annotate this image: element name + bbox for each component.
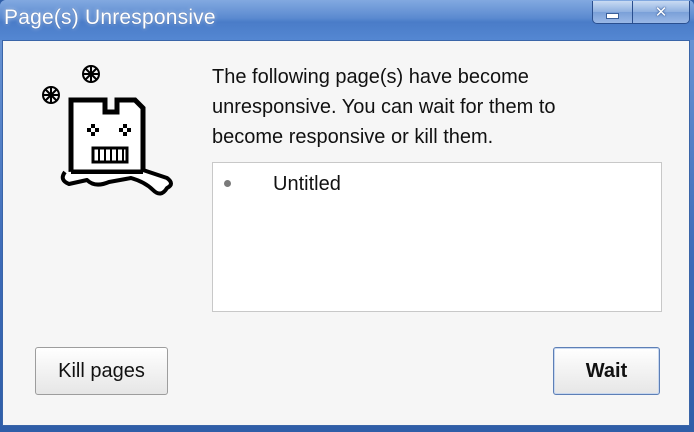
- close-icon: ✕: [654, 2, 668, 21]
- list-item[interactable]: Untitled: [213, 171, 661, 199]
- kill-pages-button[interactable]: Kill pages: [35, 347, 168, 395]
- wait-button[interactable]: Wait: [553, 347, 660, 395]
- minimize-button[interactable]: [593, 1, 633, 23]
- message-line: become responsive or kill them.: [212, 126, 494, 148]
- message-text: The following page(s) have become unresp…: [212, 62, 652, 152]
- unresponsive-pages-list[interactable]: Untitled: [212, 162, 662, 312]
- title-bar[interactable]: Page(s) Unresponsive ✕: [0, 0, 694, 40]
- snowflake-icon: [42, 86, 60, 104]
- window-controls: ✕: [592, 1, 690, 24]
- message-line: unresponsive. You can wait for them to: [212, 96, 556, 118]
- minimize-icon: [606, 13, 619, 19]
- page-title: Untitled: [273, 173, 341, 195]
- frozen-sad-tab-icon: [42, 65, 173, 196]
- window-title: Page(s) Unresponsive: [4, 6, 216, 29]
- window-bottom-border: [0, 426, 694, 432]
- bullet-icon: [224, 180, 231, 187]
- dialog-window: Page(s) Unresponsive ✕ The following pag…: [0, 0, 694, 432]
- snowflake-icon: [82, 65, 100, 83]
- message-line: The following page(s) have become: [212, 66, 529, 88]
- close-button[interactable]: ✕: [633, 1, 689, 23]
